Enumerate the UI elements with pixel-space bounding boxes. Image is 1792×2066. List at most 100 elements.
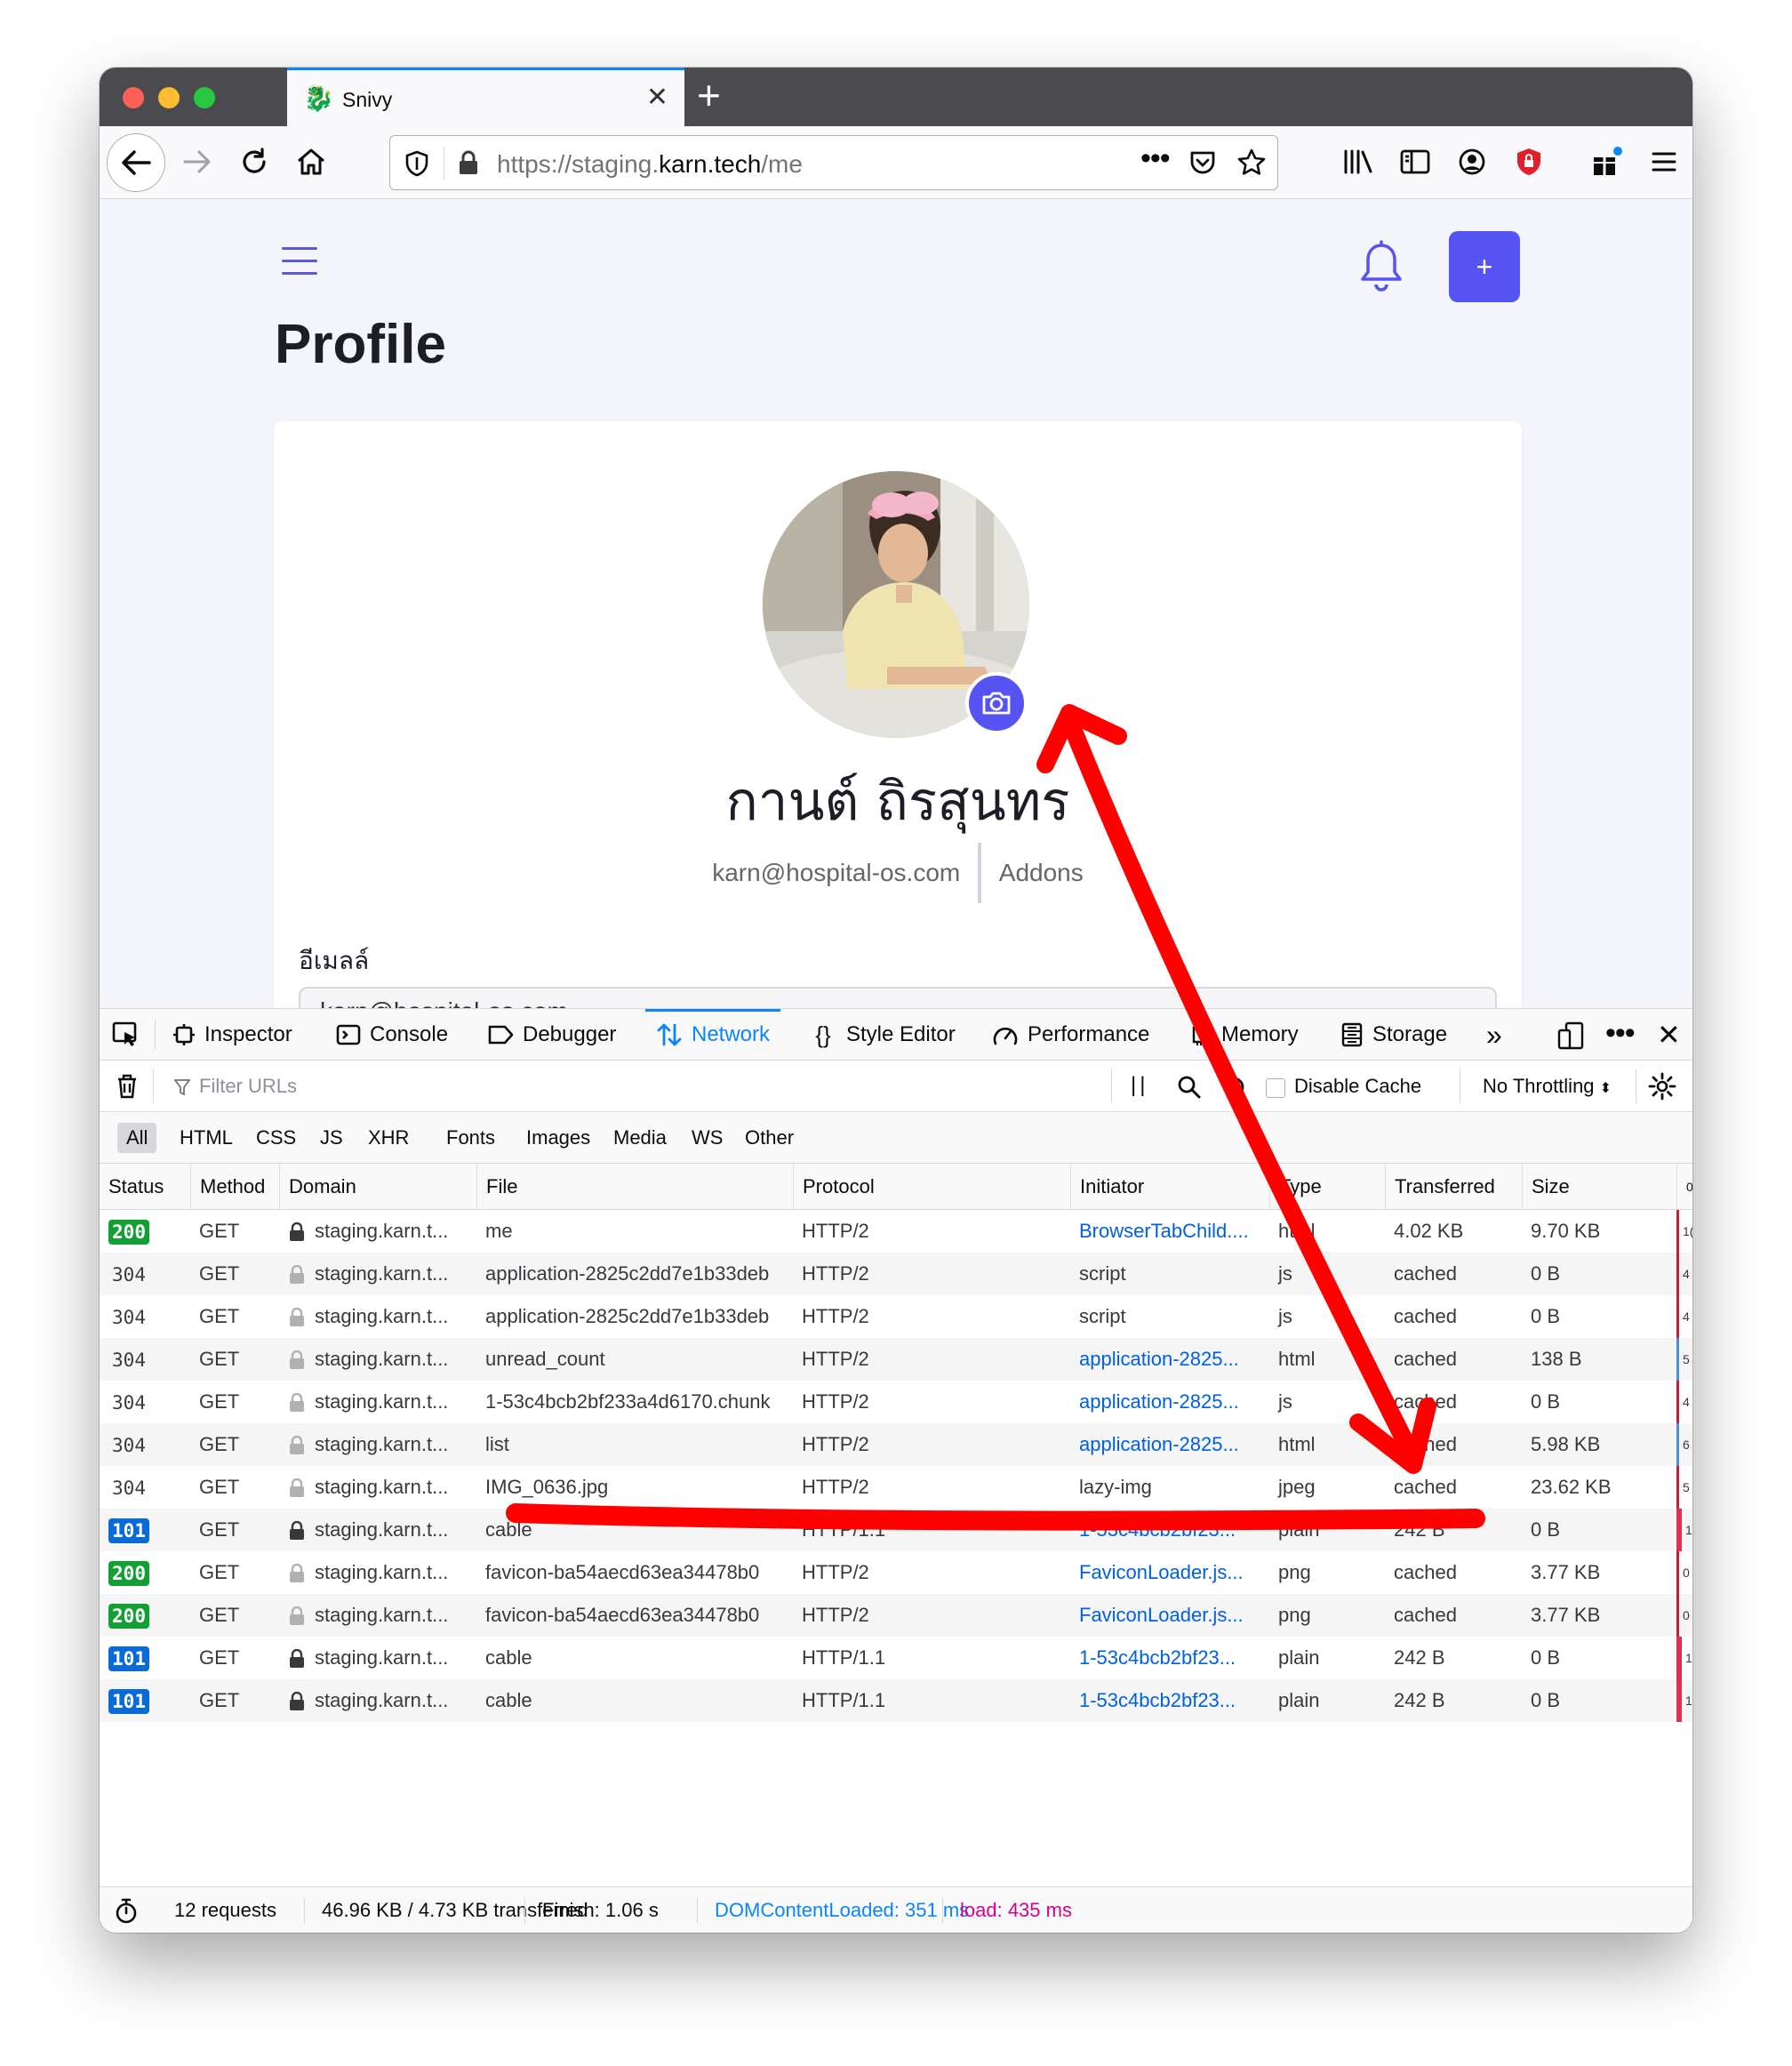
column-header-type[interactable]: Type (1269, 1164, 1385, 1210)
table-row[interactable]: 304 GET staging.karn.t... 1-53c4bcb2bf233a4… (100, 1381, 1692, 1423)
column-header-initiator[interactable]: Initiator (1070, 1164, 1269, 1210)
browser-tab[interactable]: 🐉 Snivy ✕ (287, 68, 684, 126)
forward-button[interactable] (174, 139, 220, 185)
table-row[interactable]: 200 GET staging.karn.t... me HTTP/2 BrowserTa… (100, 1210, 1692, 1253)
cell-status: 200 (100, 1551, 190, 1594)
column-header-method[interactable]: Method (190, 1164, 279, 1210)
close-window-button[interactable] (123, 87, 144, 108)
bookmark-star-icon[interactable] (1236, 148, 1267, 178)
maximize-window-button[interactable] (194, 87, 215, 108)
menu-toggle-icon[interactable] (282, 247, 317, 277)
sidebar-icon (1400, 149, 1430, 174)
cell-size: 23.62 KB (1531, 1476, 1612, 1498)
pocket-icon[interactable] (1188, 148, 1217, 177)
filter-type-html[interactable]: HTML (171, 1123, 242, 1153)
filter-type-all[interactable]: All (117, 1123, 157, 1153)
settings-gear-icon[interactable] (1648, 1072, 1676, 1101)
url-text[interactable]: https://staging.karn.tech/me (497, 150, 803, 179)
status-badge: 200 (108, 1220, 149, 1245)
gift-icon (1594, 147, 1622, 175)
tab-style-editor-label: Style Editor (846, 1022, 956, 1046)
extensions-button[interactable] (1584, 139, 1630, 185)
responsive-design-icon[interactable] (1557, 1021, 1584, 1050)
arrow-left-icon (122, 150, 151, 175)
table-row[interactable]: 101 GET staging.karn.t... cable HTTP/1.1 1-53… (100, 1637, 1692, 1679)
table-row[interactable]: 304 GET staging.karn.t... application-2825c… (100, 1253, 1692, 1295)
cell-size: 0 B (1531, 1689, 1561, 1711)
devtools-options-icon[interactable]: ••• (1605, 1016, 1636, 1051)
element-picker-icon[interactable] (112, 1021, 140, 1048)
filter-type-images[interactable]: Images (517, 1123, 599, 1153)
filter-type-other[interactable]: Other (736, 1123, 803, 1153)
column-header-file[interactable]: File (476, 1164, 793, 1210)
cell-type: plain (1278, 1689, 1320, 1711)
tab-style-editor[interactable]: {} Style Editor (809, 1009, 956, 1061)
more-tools-icon[interactable]: » (1486, 1009, 1502, 1061)
table-row[interactable]: 200 GET staging.karn.t... favicon-ba54aecd6… (100, 1551, 1692, 1594)
disable-cache-checkbox[interactable] (1266, 1078, 1285, 1098)
lock-icon (290, 1350, 304, 1370)
filter-type-xhr[interactable]: XHR (359, 1123, 418, 1153)
block-requests-icon[interactable] (1221, 1075, 1246, 1100)
tab-network[interactable]: Network (644, 1009, 781, 1061)
new-tab-icon[interactable]: + (697, 75, 721, 116)
minimize-window-button[interactable] (158, 87, 180, 108)
notification-bell-icon[interactable] (1357, 240, 1405, 295)
filter-type-js[interactable]: JS (311, 1123, 352, 1153)
account-button[interactable] (1449, 139, 1495, 185)
disable-cache-label: Disable Cache (1294, 1075, 1422, 1097)
tab-performance[interactable]: Performance (992, 1009, 1149, 1061)
filter-type-ws[interactable]: WS (683, 1123, 732, 1153)
address-bar[interactable]: https://staging.karn.tech/me ••• (389, 135, 1278, 190)
add-button[interactable]: + (1449, 231, 1520, 302)
reload-button[interactable] (231, 139, 277, 185)
filter-type-fonts[interactable]: Fonts (437, 1123, 504, 1153)
search-icon[interactable] (1177, 1075, 1202, 1100)
column-header-status[interactable]: Status (100, 1164, 190, 1210)
tab-storage[interactable]: Storage (1340, 1009, 1447, 1061)
table-row[interactable]: 304 GET staging.karn.t... application-2825c… (100, 1295, 1692, 1338)
home-button[interactable] (288, 139, 334, 185)
table-row[interactable]: 101 GET staging.karn.t... cable HTTP/1.1 1-53… (100, 1679, 1692, 1722)
cell-protocol: HTTP/2 (802, 1476, 869, 1498)
braces-icon: {} (815, 1021, 831, 1048)
trash-icon[interactable] (116, 1073, 139, 1100)
tab-memory-label: Memory (1221, 1022, 1299, 1046)
tab-debugger[interactable]: Debugger (487, 1009, 616, 1061)
cell-method: GET (199, 1390, 240, 1413)
filter-type-media[interactable]: Media (604, 1123, 676, 1153)
table-row[interactable]: 304 GET staging.karn.t... list HTTP/2 applica… (100, 1423, 1692, 1466)
tab-memory[interactable]: Memory (1189, 1009, 1299, 1061)
close-devtools-icon[interactable]: ✕ (1657, 1018, 1681, 1052)
table-row[interactable]: 304 GET staging.karn.t... IMG_0636.jpg HTTP/… (100, 1466, 1692, 1509)
tab-inspector[interactable]: Inspector (172, 1009, 292, 1061)
page-actions-icon[interactable]: ••• (1140, 141, 1171, 176)
change-photo-button[interactable] (965, 672, 1028, 734)
table-row[interactable]: 304 GET staging.karn.t... unread_count HTTP/… (100, 1338, 1692, 1381)
library-button[interactable] (1335, 139, 1381, 185)
table-row[interactable]: 101 GET staging.karn.t... cable HTTP/1.1 1-53… (100, 1509, 1692, 1551)
tab-console[interactable]: Console (336, 1009, 448, 1061)
filter-urls-input[interactable]: Filter URLs (199, 1075, 297, 1098)
email-field[interactable]: karn@hospital-os.com (299, 987, 1497, 1008)
cell-domain: staging.karn.t... (279, 1679, 476, 1722)
back-button[interactable] (107, 133, 165, 192)
menu-button[interactable] (1641, 139, 1687, 185)
cell-transferred: cached (1394, 1305, 1457, 1327)
column-header-transferred[interactable]: Transferred (1385, 1164, 1522, 1210)
cell-file: cable (485, 1689, 532, 1711)
throttling-select[interactable]: No Throttling ⬍ (1483, 1075, 1612, 1098)
column-header-protocol[interactable]: Protocol (793, 1164, 1070, 1210)
cell-method: GET (199, 1348, 240, 1370)
addons-link[interactable]: Addons (999, 859, 1084, 887)
home-icon (298, 148, 324, 175)
pause-icon[interactable]: || (1131, 1073, 1148, 1098)
table-row[interactable]: 200 GET staging.karn.t... favicon-ba54aecd6… (100, 1594, 1692, 1637)
ublock-button[interactable] (1506, 139, 1552, 185)
column-header-0[interactable]: 0 (1676, 1164, 1692, 1210)
filter-type-css[interactable]: CSS (247, 1123, 305, 1153)
close-tab-icon[interactable]: ✕ (646, 83, 668, 113)
column-header-domain[interactable]: Domain (279, 1164, 476, 1210)
column-header-size[interactable]: Size (1522, 1164, 1676, 1210)
sidebar-button[interactable] (1392, 139, 1438, 185)
